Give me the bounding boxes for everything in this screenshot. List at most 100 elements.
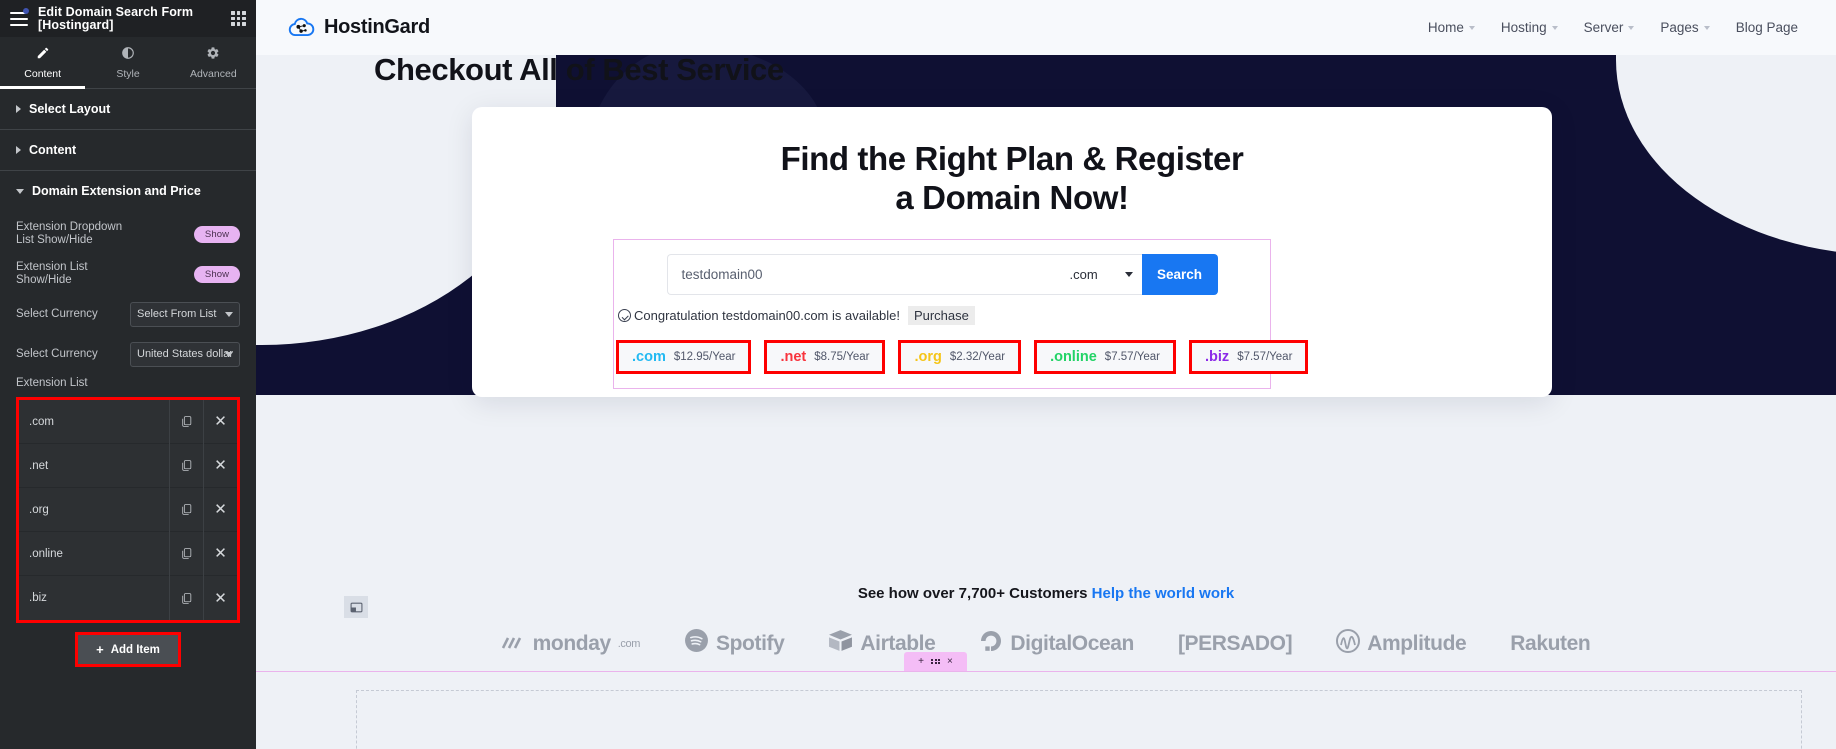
nav-item-pages[interactable]: Pages	[1660, 20, 1710, 35]
nav-item-blog-page[interactable]: Blog Page	[1736, 20, 1798, 35]
site-logo-text: HostinGard	[324, 16, 430, 38]
remove-icon[interactable]: ✕	[203, 576, 237, 620]
chevron-down-icon	[1124, 272, 1133, 277]
chevron-right-icon	[16, 105, 21, 113]
domain-search-input[interactable]: testdomain00	[666, 254, 1066, 295]
brand-rakuten: Rakuten	[1510, 632, 1590, 656]
page-preview: HostinGard Home Hosting Server Pages Blo…	[256, 0, 1836, 749]
customers-link[interactable]: Help the world work	[1092, 585, 1235, 602]
extension-list-toggle[interactable]: Show	[194, 265, 240, 283]
add-item-button[interactable]: + Add Item	[75, 632, 181, 667]
repeater-item-online[interactable]: .online ✕	[19, 531, 237, 576]
duplicate-icon[interactable]	[169, 531, 203, 576]
chevron-down-icon	[1628, 25, 1635, 30]
domain-search-form: testdomain00 .com Search Congratulation …	[613, 239, 1309, 389]
customers-lead-text: See how over 7,700+ Customers	[857, 585, 1092, 602]
extension-dropdown-list-toggle[interactable]: Show	[194, 225, 240, 243]
add-item-wrap: + Add Item	[16, 632, 240, 667]
next-section-title: Checkout All of Best Service	[374, 52, 784, 87]
repeater-item-org[interactable]: .org ✕	[19, 487, 237, 532]
site-nav: Home Hosting Server Pages Blog Page	[1428, 20, 1798, 35]
section-content-head[interactable]: Content	[0, 130, 256, 170]
section-content-label: Content	[29, 143, 77, 157]
section-select-layout[interactable]: Select Layout	[0, 89, 256, 130]
duplicate-icon[interactable]	[169, 576, 203, 620]
extension-card-price: $7.57/Year	[1104, 351, 1161, 363]
remove-icon[interactable]: ✕	[203, 531, 237, 576]
remove-icon[interactable]: ✕	[203, 399, 237, 444]
site-logo[interactable]: HostinGard	[288, 16, 430, 39]
nav-item-pages-label: Pages	[1660, 20, 1699, 35]
select-currency-list-dropdown[interactable]: Select From List	[130, 301, 240, 327]
next-section-outline	[356, 690, 1802, 749]
purchase-button[interactable]: Purchase	[907, 306, 975, 325]
duplicate-icon[interactable]	[169, 443, 203, 488]
extension-card-org[interactable]: .org $2.32/Year	[898, 340, 1022, 374]
extension-list-toggle-label: Show	[204, 268, 230, 280]
nav-item-hosting-label: Hosting	[1500, 20, 1547, 35]
section-content[interactable]: Content	[0, 130, 256, 171]
nav-item-home[interactable]: Home	[1428, 20, 1475, 35]
domain-search-card: Find the Right Plan & Register a Domain …	[472, 107, 1552, 397]
hero-section: Find the Right Plan & Register a Domain …	[256, 55, 1836, 565]
drag-dots-icon[interactable]	[931, 658, 940, 665]
chevron-down-icon	[1703, 25, 1710, 30]
tab-style-label: Style	[116, 67, 140, 80]
grid-apps-icon[interactable]	[231, 11, 246, 26]
remove-icon[interactable]: ✕	[203, 487, 237, 532]
availability-message: Congratulation testdomain00.com is avail…	[616, 306, 1270, 325]
control-extension-list-label: Extension List Show/Hide	[16, 261, 88, 286]
extension-dropdown-list-toggle-label: Show	[204, 228, 230, 240]
brand-logos: monday .com Spotify Airtable DigitalOcea…	[256, 628, 1836, 659]
duplicate-icon[interactable]	[169, 399, 203, 444]
extension-card-online[interactable]: .online $7.57/Year	[1034, 340, 1177, 374]
extension-card-biz[interactable]: .biz $7.57/Year	[1189, 340, 1309, 374]
extension-card-net[interactable]: .net $8.75/Year	[764, 340, 886, 374]
availability-text: Congratulation testdomain00.com is avail…	[634, 308, 900, 323]
tab-advanced[interactable]: Advanced	[171, 37, 256, 88]
repeater-item-net[interactable]: .net ✕	[19, 443, 237, 488]
panel-title: Edit Domain Search Form [Hostingard]	[38, 4, 194, 32]
nav-item-hosting[interactable]: Hosting	[1501, 20, 1558, 35]
plus-icon[interactable]: +	[918, 656, 924, 667]
control-select-currency-2: Select Currency United States dollar	[16, 337, 240, 371]
extension-card-price: $12.95/Year	[673, 351, 736, 363]
nav-item-server[interactable]: Server	[1584, 20, 1635, 35]
gear-icon	[206, 46, 220, 63]
repeater-item-com[interactable]: .com ✕	[19, 399, 237, 444]
section-select-layout-head[interactable]: Select Layout	[0, 89, 256, 129]
tab-advanced-label: Advanced	[189, 67, 237, 80]
cloud-logo-icon	[288, 17, 315, 39]
duplicate-icon[interactable]	[169, 487, 203, 532]
repeater-item-biz[interactable]: .biz ✕	[19, 576, 237, 620]
chevron-right-icon	[16, 146, 21, 154]
section-domain-extension-head[interactable]: Domain Extension and Price	[0, 171, 256, 211]
brand-persado-name: [PERSADO]	[1177, 631, 1293, 655]
repeater-item-label: .net	[29, 459, 49, 472]
extension-card-name: .com	[632, 349, 666, 365]
nav-item-server-label: Server	[1583, 20, 1624, 35]
select-currency-dropdown[interactable]: United States dollar	[130, 341, 240, 367]
column-handle-icon[interactable]	[344, 596, 368, 618]
remove-icon[interactable]: ✕	[203, 443, 237, 488]
airtable-icon	[828, 629, 853, 658]
hamburger-icon[interactable]	[10, 7, 29, 26]
customers-headline: See how over 7,700+ Customers Help the w…	[256, 585, 1836, 602]
tab-style[interactable]: Style	[85, 37, 170, 88]
chevron-down-icon	[1551, 25, 1558, 30]
tab-content[interactable]: Content	[0, 37, 86, 89]
close-icon[interactable]: ×	[947, 656, 953, 667]
chevron-down-icon	[225, 351, 233, 357]
brand-spotify-name: Spotify	[716, 631, 785, 655]
notification-dot-icon	[23, 7, 29, 14]
search-button[interactable]: Search	[1141, 254, 1218, 295]
extension-card-name: .biz	[1205, 349, 1230, 365]
extension-dropdown[interactable]: .com	[1065, 254, 1142, 295]
add-item-label: Add Item	[110, 643, 160, 656]
panel-tabs: Content Style Advanced	[0, 37, 256, 89]
check-circle-icon	[618, 309, 631, 322]
extension-card-com[interactable]: .com $12.95/Year	[616, 340, 752, 374]
nav-item-home-label: Home	[1427, 20, 1464, 35]
extension-price-list: .com $12.95/Year .net $8.75/Year .org $2…	[616, 340, 1309, 388]
repeater-item-label: .com	[29, 415, 54, 428]
